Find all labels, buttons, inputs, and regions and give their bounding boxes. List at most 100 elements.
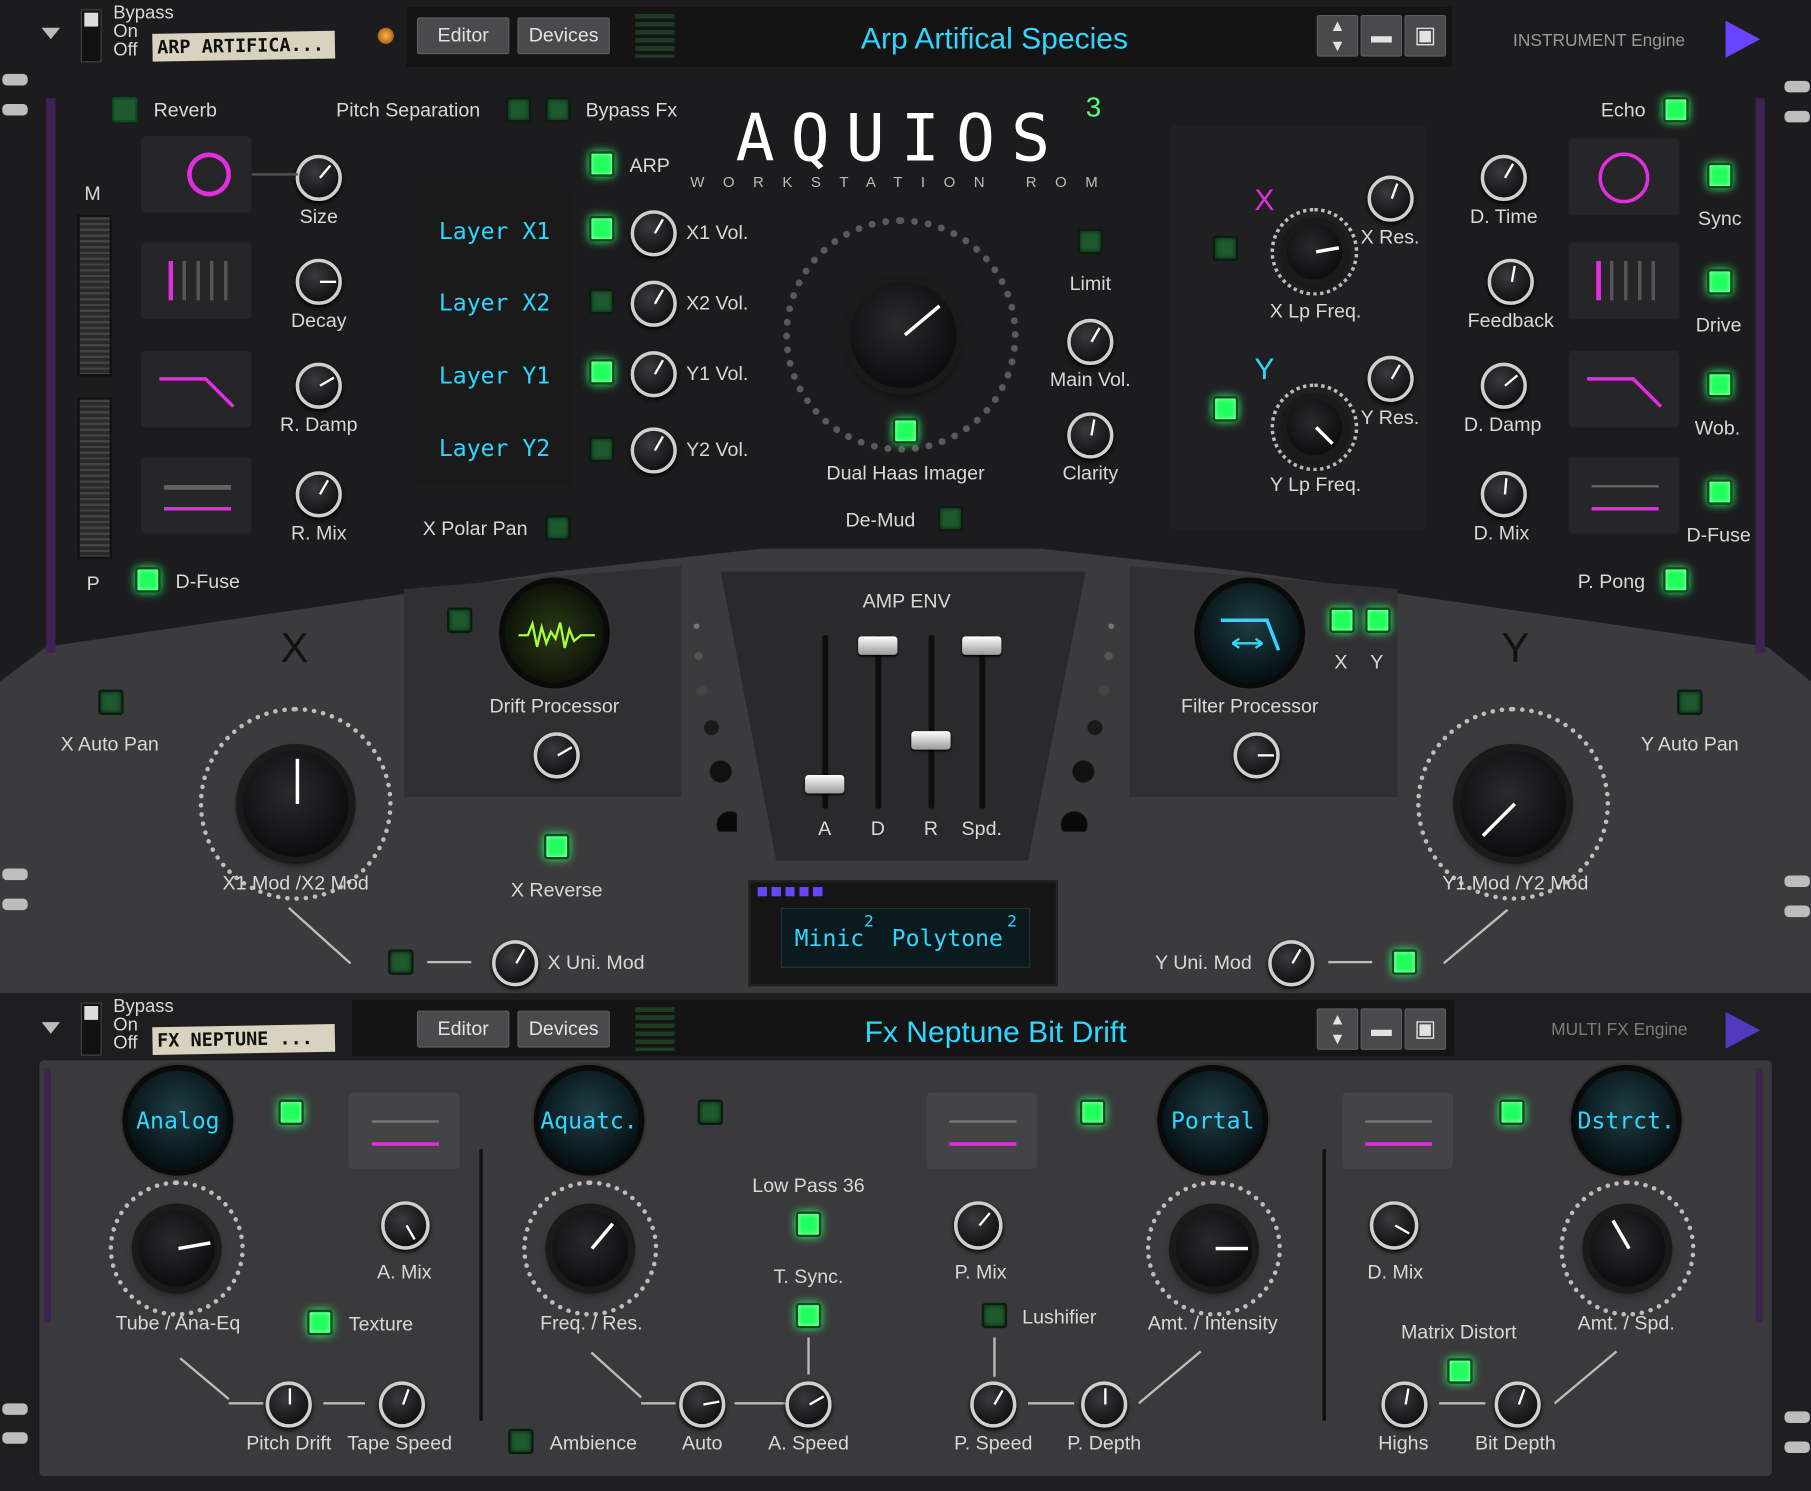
- ambience-led[interactable]: [508, 1428, 534, 1455]
- filter-proc-knob[interactable]: [1233, 732, 1280, 779]
- fx-collapse-chevron-icon[interactable]: [41, 1022, 61, 1034]
- haas-knob[interactable]: [850, 281, 957, 389]
- tube-anaeq-knob[interactable]: [138, 1210, 215, 1287]
- y-res-knob[interactable]: [1367, 355, 1414, 402]
- folder-icon[interactable]: ▬: [1360, 15, 1403, 57]
- fx-editor-button[interactable]: Editor: [416, 1010, 510, 1048]
- attack-fader-cap[interactable]: [805, 774, 845, 793]
- aquatic-orb[interactable]: Aquatc.: [533, 1064, 645, 1176]
- speed-fader-cap[interactable]: [962, 635, 1002, 655]
- fx-patch-tag[interactable]: FX NEPTUNE ...: [152, 1024, 336, 1055]
- y-uni-knob[interactable]: [1268, 940, 1315, 987]
- x-autopan-led[interactable]: [98, 689, 124, 715]
- y2-vol-knob[interactable]: [630, 427, 677, 474]
- reverb-size-knob[interactable]: [295, 154, 342, 201]
- layer-y2-label[interactable]: Layer Y2: [439, 434, 550, 462]
- y1-vol-knob[interactable]: [630, 351, 677, 398]
- save-icon[interactable]: ▣: [1404, 15, 1447, 57]
- sync-led[interactable]: [1707, 162, 1733, 189]
- dtime-knob[interactable]: [1480, 154, 1527, 201]
- y-lp-knob[interactable]: [1286, 399, 1343, 456]
- layer-x1-label[interactable]: Layer X1: [439, 217, 550, 245]
- x-uni-led[interactable]: [388, 949, 414, 975]
- bypass-fx-led[interactable]: [545, 97, 571, 123]
- analog-orb[interactable]: Analog: [122, 1064, 234, 1176]
- x-reverse-led[interactable]: [544, 833, 570, 860]
- filter-proc-orb[interactable]: [1194, 577, 1306, 689]
- haas-led[interactable]: [892, 418, 919, 444]
- editor-button[interactable]: Editor: [416, 17, 510, 55]
- collapse-chevron-icon[interactable]: [41, 27, 61, 40]
- layer-y1-label[interactable]: Layer Y1: [439, 362, 550, 390]
- p-fader[interactable]: [77, 397, 113, 560]
- fx-play-icon[interactable]: [1725, 1011, 1761, 1049]
- bitdepth-knob[interactable]: [1494, 1381, 1541, 1428]
- drift-knob[interactable]: [533, 732, 580, 779]
- fx-save-icon[interactable]: ▣: [1404, 1008, 1447, 1050]
- release-fader-cap[interactable]: [911, 731, 951, 750]
- fx-devices-button[interactable]: Devices: [517, 1010, 610, 1048]
- reverb-led[interactable]: [112, 97, 138, 123]
- filter-x-led[interactable]: [1212, 235, 1239, 262]
- filter-proc-y-led[interactable]: [1365, 607, 1391, 633]
- voice-display[interactable]: Minic 2 Polytone 2: [748, 880, 1058, 987]
- wob-led[interactable]: [1707, 371, 1733, 398]
- layer-x1-led[interactable]: [589, 215, 615, 242]
- portal-orb[interactable]: Portal: [1157, 1064, 1269, 1176]
- analog-led[interactable]: [278, 1099, 304, 1125]
- y-mod-knob[interactable]: [1459, 750, 1567, 858]
- aspeed-knob[interactable]: [785, 1381, 832, 1428]
- drift-orb[interactable]: [498, 577, 610, 689]
- reverb-decay-knob[interactable]: [295, 258, 342, 305]
- amt-spd-knob[interactable]: [1589, 1210, 1666, 1287]
- tape-speed-knob[interactable]: [378, 1381, 426, 1428]
- filter-y-led[interactable]: [1212, 396, 1239, 422]
- decay-fader-cap[interactable]: [858, 635, 898, 655]
- pitch-drift-knob[interactable]: [265, 1381, 312, 1428]
- pdepth-knob[interactable]: [1081, 1381, 1128, 1428]
- limit-led[interactable]: [1077, 228, 1104, 255]
- amix-knob[interactable]: [381, 1201, 430, 1250]
- freq-res-knob[interactable]: [552, 1210, 629, 1287]
- dmix-knob[interactable]: [1480, 471, 1527, 518]
- layer-y1-led[interactable]: [589, 359, 615, 385]
- fx-patch-name[interactable]: Fx Neptune Bit Drift: [865, 1014, 1127, 1050]
- x-mod-knob[interactable]: [242, 750, 349, 858]
- patch-nav-button[interactable]: ▲ ▼: [1316, 15, 1359, 57]
- x-lp-knob[interactable]: [1286, 224, 1343, 280]
- y-autopan-led[interactable]: [1677, 689, 1703, 715]
- pspeed-knob[interactable]: [970, 1381, 1017, 1428]
- fx-patch-nav-button[interactable]: ▲ ▼: [1316, 1008, 1359, 1050]
- layer-x2-label[interactable]: Layer X2: [439, 289, 550, 317]
- reverb-rmix-knob[interactable]: [295, 471, 342, 518]
- main-vol-knob[interactable]: [1067, 318, 1114, 365]
- x1-vol-knob[interactable]: [630, 210, 677, 257]
- feedback-knob[interactable]: [1487, 258, 1534, 305]
- bypass-switch[interactable]: [80, 9, 102, 63]
- reverb-rdamp-knob[interactable]: [295, 362, 342, 409]
- x-uni-knob[interactable]: [492, 940, 539, 987]
- layer-y2-led[interactable]: [589, 436, 615, 462]
- fx-folder-icon[interactable]: ▬: [1360, 1008, 1403, 1050]
- ddamp-knob[interactable]: [1480, 362, 1527, 409]
- x-res-knob[interactable]: [1367, 175, 1414, 222]
- pmix-knob[interactable]: [954, 1201, 1003, 1250]
- devices-button[interactable]: Devices: [517, 17, 610, 55]
- amt-intensity-knob[interactable]: [1175, 1210, 1253, 1287]
- x2-vol-knob[interactable]: [630, 280, 677, 327]
- reverb-dfuse-led[interactable]: [135, 567, 161, 593]
- ppong-led[interactable]: [1663, 567, 1689, 593]
- demud-led[interactable]: [937, 505, 964, 532]
- patch-name[interactable]: Arp Artifical Species: [861, 21, 1128, 57]
- power-icon[interactable]: [377, 27, 394, 44]
- lushifier-led[interactable]: [981, 1302, 1008, 1329]
- play-icon[interactable]: [1725, 20, 1761, 58]
- filter-proc-x-led[interactable]: [1329, 607, 1355, 633]
- drive-led[interactable]: [1707, 269, 1733, 295]
- y-uni-led[interactable]: [1391, 949, 1418, 975]
- polar-pan-led[interactable]: [545, 515, 571, 541]
- echo-dfuse-led[interactable]: [1707, 479, 1733, 505]
- distort-led[interactable]: [1499, 1099, 1525, 1125]
- highs-knob[interactable]: [1381, 1381, 1428, 1428]
- dmix-fx-knob[interactable]: [1369, 1201, 1419, 1250]
